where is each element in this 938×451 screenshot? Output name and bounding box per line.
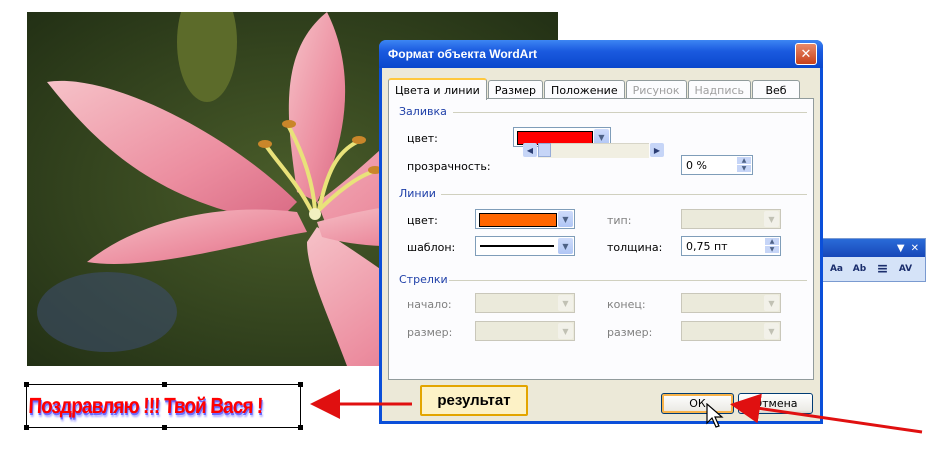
divider xyxy=(449,280,807,281)
dialog-client: Цвета и линии Размер Положение Рисунок Н… xyxy=(382,68,820,421)
line-color-combo[interactable]: ▼ xyxy=(475,209,575,229)
vertical-text-icon[interactable]: Ab xyxy=(850,260,869,278)
dropdown-icon[interactable]: ▼ xyxy=(897,243,905,254)
selection-handle[interactable] xyxy=(162,382,167,387)
cancel-button[interactable]: Отмена xyxy=(738,393,813,414)
line-color-label: цвет: xyxy=(407,214,438,227)
chevron-down-icon: ▼ xyxy=(764,323,779,339)
selection-handle[interactable] xyxy=(298,425,303,430)
tab-strip: Цвета и линии Размер Положение Рисунок Н… xyxy=(388,77,801,100)
wordart-text: Поздравляю !!! Твой Вася ! xyxy=(27,393,264,418)
chevron-down-icon: ▼ xyxy=(764,211,779,227)
line-pattern-sample xyxy=(480,245,554,247)
tab-textbox: Надпись xyxy=(687,80,752,99)
chevron-down-icon[interactable]: ▼ xyxy=(558,211,573,227)
spin-up-icon[interactable]: ▲ xyxy=(737,157,751,164)
chevron-down-icon[interactable]: ▼ xyxy=(558,238,573,254)
line-weight-value: 0,75 пт xyxy=(686,239,728,253)
tab-size[interactable]: Размер xyxy=(487,80,544,99)
format-wordart-dialog: Формат объекта WordArt ✕ Цвета и линии Р… xyxy=(379,40,823,424)
divider xyxy=(453,112,807,113)
tab-picture: Рисунок xyxy=(625,80,687,99)
chevron-down-icon: ▼ xyxy=(558,295,573,311)
alignment-icon[interactable]: ≡ xyxy=(873,260,892,278)
transparency-input[interactable]: 0 % ▲ ▼ xyxy=(681,155,753,175)
arrow-end-size-combo: ▼ xyxy=(681,321,781,341)
tab-colors-lines[interactable]: Цвета и линии xyxy=(388,78,487,100)
selection-handle[interactable] xyxy=(24,382,29,387)
dialog-title: Формат объекта WordArt xyxy=(388,47,538,61)
result-callout: результат xyxy=(420,385,528,416)
dialog-titlebar[interactable]: Формат объекта WordArt ✕ xyxy=(379,40,823,68)
transparency-spinner[interactable]: ▲ ▼ xyxy=(737,157,751,173)
arrow-start-label: начало: xyxy=(407,298,452,311)
mouse-pointer-icon xyxy=(706,403,724,428)
line-type-label: тип: xyxy=(607,214,632,227)
arrow-start-size-combo: ▼ xyxy=(475,321,575,341)
slider-track[interactable] xyxy=(538,143,649,158)
line-weight-input[interactable]: 0,75 пт ▲ ▼ xyxy=(681,236,781,256)
wordart-toolbar: ▼ ✕ Aa Ab ≡ AV xyxy=(822,238,926,282)
tab-panel-colors-lines: Заливка цвет: ▼ прозрачность: ◀ ▶ 0 % ▲ ▼… xyxy=(388,98,814,380)
transparency-slider[interactable]: ◀ ▶ xyxy=(523,143,664,158)
group-lines-title: Линии xyxy=(399,187,436,200)
selection-handle[interactable] xyxy=(162,425,167,430)
arrow-right-icon[interactable]: ▶ xyxy=(650,143,664,157)
arrow-start-size-label: размер: xyxy=(407,326,453,339)
arrow-start-combo: ▼ xyxy=(475,293,575,313)
line-color-swatch xyxy=(479,213,557,227)
spin-down-icon[interactable]: ▼ xyxy=(765,246,779,253)
slider-thumb[interactable] xyxy=(538,143,551,157)
fill-transparency-label: прозрачность: xyxy=(407,160,491,173)
chevron-down-icon: ▼ xyxy=(764,295,779,311)
arrow-end-size-label: размер: xyxy=(607,326,653,339)
selection-handle[interactable] xyxy=(24,425,29,430)
line-pattern-combo[interactable]: ▼ xyxy=(475,236,575,256)
character-spacing-icon[interactable]: AV xyxy=(896,260,915,278)
close-icon[interactable]: ✕ xyxy=(795,43,817,65)
line-weight-label: толщина: xyxy=(607,241,663,254)
line-weight-spinner[interactable]: ▲ ▼ xyxy=(765,238,779,254)
arrow-end-label: конец: xyxy=(607,298,646,311)
group-fill-title: Заливка xyxy=(399,105,447,118)
spin-down-icon[interactable]: ▼ xyxy=(737,165,751,172)
line-pattern-label: шаблон: xyxy=(407,241,456,254)
tab-position[interactable]: Положение xyxy=(544,80,625,99)
divider xyxy=(441,194,807,195)
arrow-left-icon[interactable]: ◀ xyxy=(523,143,537,157)
transparency-value: 0 % xyxy=(686,158,707,172)
toolbar-close-icon[interactable]: ✕ xyxy=(911,243,919,254)
line-type-combo: ▼ xyxy=(681,209,781,229)
toolbar-titlebar: ▼ ✕ xyxy=(823,239,925,257)
selection-handle[interactable] xyxy=(298,382,303,387)
tab-web[interactable]: Веб xyxy=(752,80,801,99)
spin-up-icon[interactable]: ▲ xyxy=(765,238,779,245)
group-arrows-title: Стрелки xyxy=(399,273,448,286)
same-letter-heights-icon[interactable]: Aa xyxy=(827,260,846,278)
chevron-down-icon: ▼ xyxy=(558,323,573,339)
fill-color-label: цвет: xyxy=(407,132,438,145)
arrow-end-combo: ▼ xyxy=(681,293,781,313)
wordart-object[interactable]: Поздравляю !!! Твой Вася ! xyxy=(24,382,303,430)
